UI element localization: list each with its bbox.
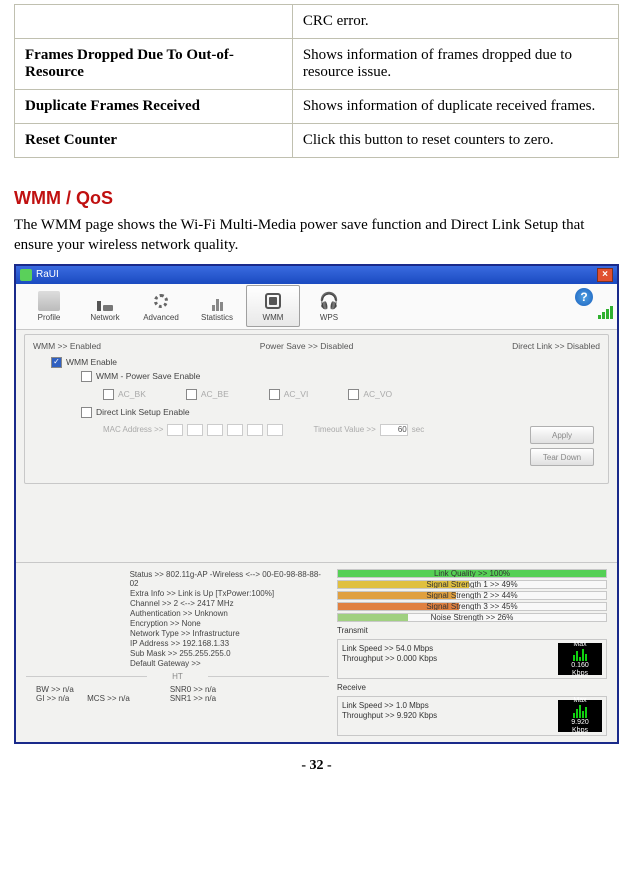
info-bw: BW >> n/a <box>36 685 130 694</box>
def-label <box>15 5 293 39</box>
info-network-type: Network Type >> Infrastructure <box>130 629 240 638</box>
checkbox-ac-be <box>186 389 197 400</box>
apply-button[interactable]: Apply <box>530 426 594 444</box>
info-snr0: SNR0 >> n/a <box>170 685 216 694</box>
checkbox-label: AC_BE <box>201 389 229 399</box>
tab-label: Network <box>90 313 119 322</box>
tab-label: WPS <box>320 313 338 322</box>
mac-field <box>187 424 203 436</box>
mac-field <box>267 424 283 436</box>
checkbox-label: AC_BK <box>118 389 146 399</box>
tab-label: Profile <box>38 313 61 322</box>
wmm-setup-group: WMM >> Enabled Power Save >> Disabled Di… <box>24 334 609 484</box>
info-auth: Authentication >> Unknown <box>130 609 228 618</box>
def-desc: Click this button to reset counters to z… <box>292 124 618 158</box>
info-channel: Channel >> 2 <--> 2417 MHz <box>130 599 234 608</box>
profile-icon <box>38 291 60 311</box>
rx-speed-gauge: Max 9.920 Kbps <box>558 700 602 732</box>
checkbox-label: WMM Enable <box>66 357 117 367</box>
checkbox-label: AC_VI <box>284 389 309 399</box>
info-mask: Sub Mask >> 255.255.255.0 <box>130 649 231 658</box>
transmit-box: Link Speed >> 54.0 Mbps Throughput >> 0.… <box>337 639 607 679</box>
checkbox-label: Direct Link Setup Enable <box>96 407 190 417</box>
gear-icon <box>150 291 172 311</box>
info-ip: IP Address >> 192.168.1.33 <box>130 639 229 648</box>
app-icon <box>20 269 32 281</box>
info-status: Status >> 802.11g-AP -Wireless <--> 00-E… <box>130 570 329 588</box>
close-icon[interactable]: × <box>597 268 613 282</box>
page-number: - 32 - <box>14 758 619 774</box>
checkbox-label: AC_VO <box>363 389 392 399</box>
transmit-label: Transmit <box>337 626 607 635</box>
checkbox-ac-vi <box>269 389 280 400</box>
mac-label: MAC Address >> <box>103 425 163 434</box>
rx-throughput: Throughput >> 9.920 Kbps <box>342 711 554 720</box>
def-desc: Shows information of duplicate received … <box>292 90 618 124</box>
definition-table: CRC error. Frames Dropped Due To Out-of-… <box>14 4 619 158</box>
mac-field <box>207 424 223 436</box>
info-encryption: Encryption >> None <box>130 619 201 628</box>
tab-label: WMM <box>263 313 284 322</box>
status-directlink: Direct Link >> Disabled <box>512 341 600 351</box>
status-wmm: WMM >> Enabled <box>33 341 101 351</box>
bar-signal-2: Signal Strength 2 >> 44% <box>337 591 607 600</box>
def-label: Reset Counter <box>15 124 293 158</box>
checkbox-wmm-enable[interactable]: ✓ <box>51 357 62 368</box>
status-panel: Status >> 802.11g-AP -Wireless <--> 00-E… <box>16 562 617 742</box>
wps-icon: 🎧 <box>318 291 340 311</box>
info-mcs: MCS >> n/a <box>87 694 130 703</box>
status-powersave: Power Save >> Disabled <box>260 341 354 351</box>
network-icon <box>94 291 116 311</box>
mac-field <box>167 424 183 436</box>
tx-speed-gauge: Max 0.160 Kbps <box>558 643 602 675</box>
checkbox-powersave[interactable] <box>81 371 92 382</box>
app-title: RaUI <box>36 269 59 280</box>
help-icon[interactable]: ? <box>575 288 593 306</box>
checkbox-dls[interactable] <box>81 407 92 418</box>
mac-field <box>227 424 243 436</box>
wmm-icon <box>262 291 284 311</box>
receive-label: Receive <box>337 683 607 692</box>
titlebar: RaUI × <box>16 266 617 284</box>
section-heading: WMM / QoS <box>14 188 619 209</box>
tx-link: Link Speed >> 54.0 Mbps <box>342 644 554 653</box>
rx-link: Link Speed >> 1.0 Mbps <box>342 701 554 710</box>
tab-advanced[interactable]: Advanced <box>134 285 188 327</box>
tab-statistics[interactable]: Statistics <box>190 285 244 327</box>
chart-icon <box>206 291 228 311</box>
checkbox-ac-vo <box>348 389 359 400</box>
def-label: Duplicate Frames Received <box>15 90 293 124</box>
timeout-unit: sec <box>412 425 424 434</box>
ht-divider: HT <box>26 672 329 681</box>
checkbox-ac-bk <box>103 389 114 400</box>
bar-link-quality: Link Quality >> 100% <box>337 569 607 578</box>
bar-noise: Noise Strength >> 26% <box>337 613 607 622</box>
info-gi: GI >> n/a <box>36 694 69 703</box>
tab-label: Advanced <box>143 313 179 322</box>
def-desc: Shows information of frames dropped due … <box>292 39 618 90</box>
tab-wps[interactable]: 🎧 WPS <box>302 285 356 327</box>
def-desc: CRC error. <box>292 5 618 39</box>
bar-signal-3: Signal Strength 3 >> 45% <box>337 602 607 611</box>
tab-profile[interactable]: Profile <box>22 285 76 327</box>
bar-signal-1: Signal Strength 1 >> 49% <box>337 580 607 589</box>
toolbar: Profile Network Advanced Statistics <box>16 284 617 330</box>
section-intro: The WMM page shows the Wi-Fi Multi-Media… <box>14 215 619 256</box>
timeout-label: Timeout Value >> <box>313 425 375 434</box>
receive-box: Link Speed >> 1.0 Mbps Throughput >> 9.9… <box>337 696 607 736</box>
info-gateway: Default Gateway >> <box>130 659 201 668</box>
info-extra: Extra Info >> Link is Up [TxPower:100%] <box>130 589 274 598</box>
tab-wmm[interactable]: WMM <box>246 285 300 327</box>
info-snr1: SNR1 >> n/a <box>170 694 216 703</box>
teardown-button[interactable]: Tear Down <box>530 448 594 466</box>
def-label: Frames Dropped Due To Out-of-Resource <box>15 39 293 90</box>
tab-network[interactable]: Network <box>78 285 132 327</box>
mac-field <box>247 424 263 436</box>
app-window: RaUI × Profile Network Advanced <box>14 264 619 744</box>
tx-throughput: Throughput >> 0.000 Kbps <box>342 654 554 663</box>
signal-icon <box>598 306 613 319</box>
tab-label: Statistics <box>201 313 233 322</box>
checkbox-label: WMM - Power Save Enable <box>96 371 200 381</box>
timeout-field <box>380 424 408 436</box>
